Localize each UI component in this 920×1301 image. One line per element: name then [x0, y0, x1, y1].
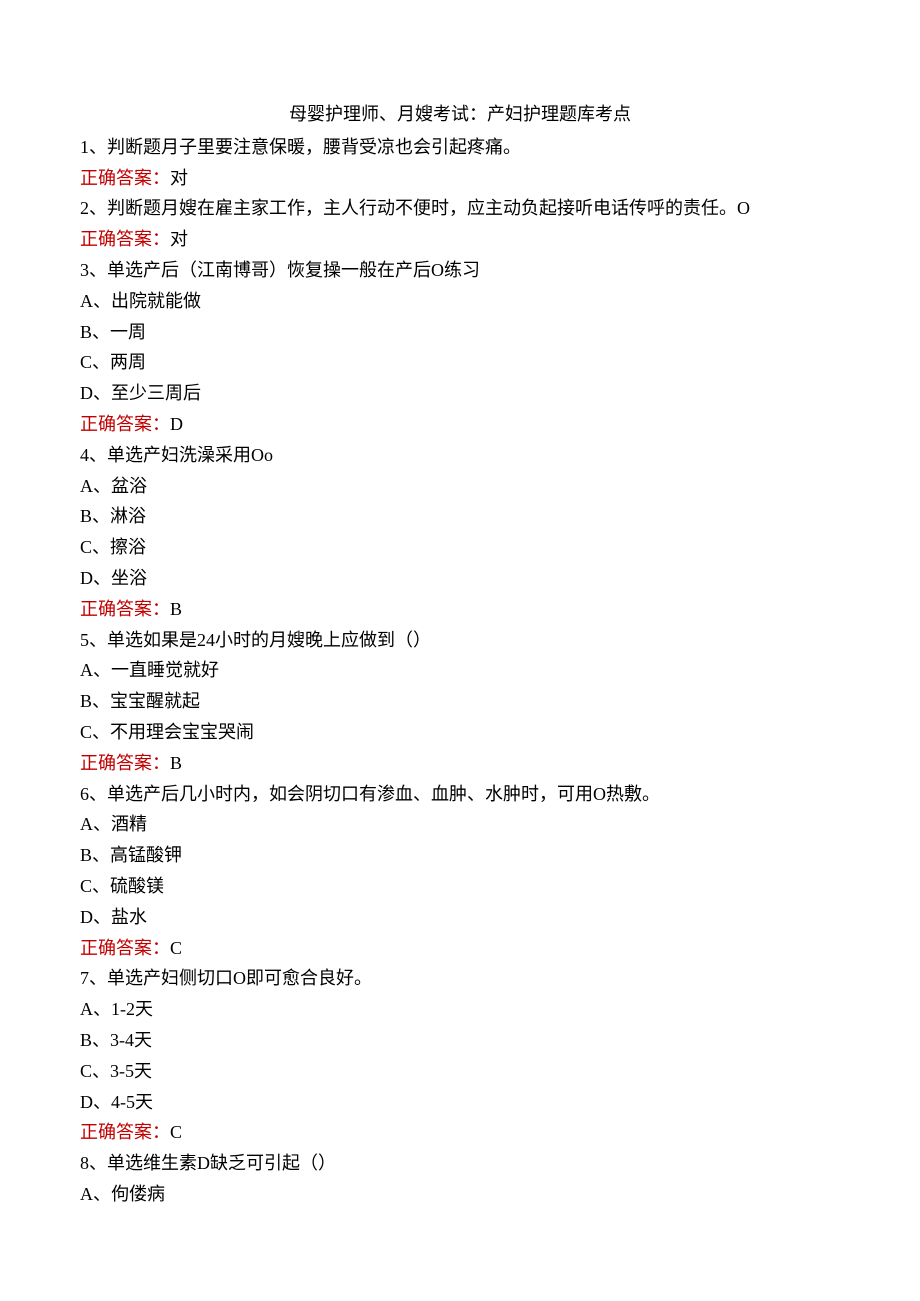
document-title: 母婴护理师、月嫂考试：产妇护理题库考点 — [80, 100, 840, 129]
question-option: C、硫酸镁 — [80, 872, 840, 901]
question-option: A、一直睡觉就好 — [80, 656, 840, 685]
answer-line: 正确答案：对 — [80, 164, 840, 193]
answer-line: 正确答案：B — [80, 595, 840, 624]
question-option: B、3-4天 — [80, 1026, 840, 1055]
answer-line: 正确答案：对 — [80, 225, 840, 254]
answer-label: 正确答案： — [80, 168, 170, 188]
answer-label: 正确答案： — [80, 229, 170, 249]
question-option: C、不用理会宝宝哭闹 — [80, 718, 840, 747]
answer-label: 正确答案： — [80, 599, 170, 619]
answer-label: 正确答案： — [80, 414, 170, 434]
answer-value: D — [170, 414, 183, 434]
answer-line: 正确答案：C — [80, 934, 840, 963]
answer-value: B — [170, 599, 182, 619]
answer-line: 正确答案：C — [80, 1118, 840, 1147]
answer-label: 正确答案： — [80, 938, 170, 958]
answer-line: 正确答案：D — [80, 410, 840, 439]
question-text: 7、单选产妇侧切口O即可愈合良好。 — [80, 964, 840, 993]
question-text: 6、单选产后几小时内，如会阴切口有渗血、血肿、水肿时，可用O热敷。 — [80, 780, 840, 809]
question-text: 2、判断题月嫂在雇主家工作，主人行动不便时，应主动负起接听电话传呼的责任。O — [80, 194, 840, 223]
question-option: C、擦浴 — [80, 533, 840, 562]
question-option: C、两周 — [80, 348, 840, 377]
question-option: A、出院就能做 — [80, 287, 840, 316]
question-text: 3、单选产后（江南博哥）恢复操一般在产后O练习 — [80, 256, 840, 285]
answer-label: 正确答案： — [80, 753, 170, 773]
question-option: A、佝偻病 — [80, 1180, 840, 1209]
question-option: B、淋浴 — [80, 502, 840, 531]
document-body: 1、判断题月子里要注意保暖，腰背受凉也会引起疼痛。正确答案：对2、判断题月嫂在雇… — [80, 133, 840, 1209]
question-text: 8、单选维生素D缺乏可引起（） — [80, 1149, 840, 1178]
question-text: 1、判断题月子里要注意保暖，腰背受凉也会引起疼痛。 — [80, 133, 840, 162]
question-option: A、盆浴 — [80, 472, 840, 501]
answer-value: C — [170, 938, 182, 958]
question-option: D、4-5天 — [80, 1088, 840, 1117]
question-option: B、高锰酸钾 — [80, 841, 840, 870]
answer-value: 对 — [170, 229, 188, 249]
answer-value: C — [170, 1122, 182, 1142]
question-text: 4、单选产妇洗澡采用Oo — [80, 441, 840, 470]
answer-line: 正确答案：B — [80, 749, 840, 778]
question-option: D、盐水 — [80, 903, 840, 932]
question-option: D、坐浴 — [80, 564, 840, 593]
answer-value: 对 — [170, 168, 188, 188]
answer-value: B — [170, 753, 182, 773]
question-option: C、3-5天 — [80, 1057, 840, 1086]
question-option: B、宝宝醒就起 — [80, 687, 840, 716]
question-option: A、酒精 — [80, 810, 840, 839]
question-option: B、一周 — [80, 318, 840, 347]
question-option: D、至少三周后 — [80, 379, 840, 408]
question-option: A、1-2天 — [80, 995, 840, 1024]
question-text: 5、单选如果是24小时的月嫂晚上应做到（） — [80, 626, 840, 655]
answer-label: 正确答案： — [80, 1122, 170, 1142]
